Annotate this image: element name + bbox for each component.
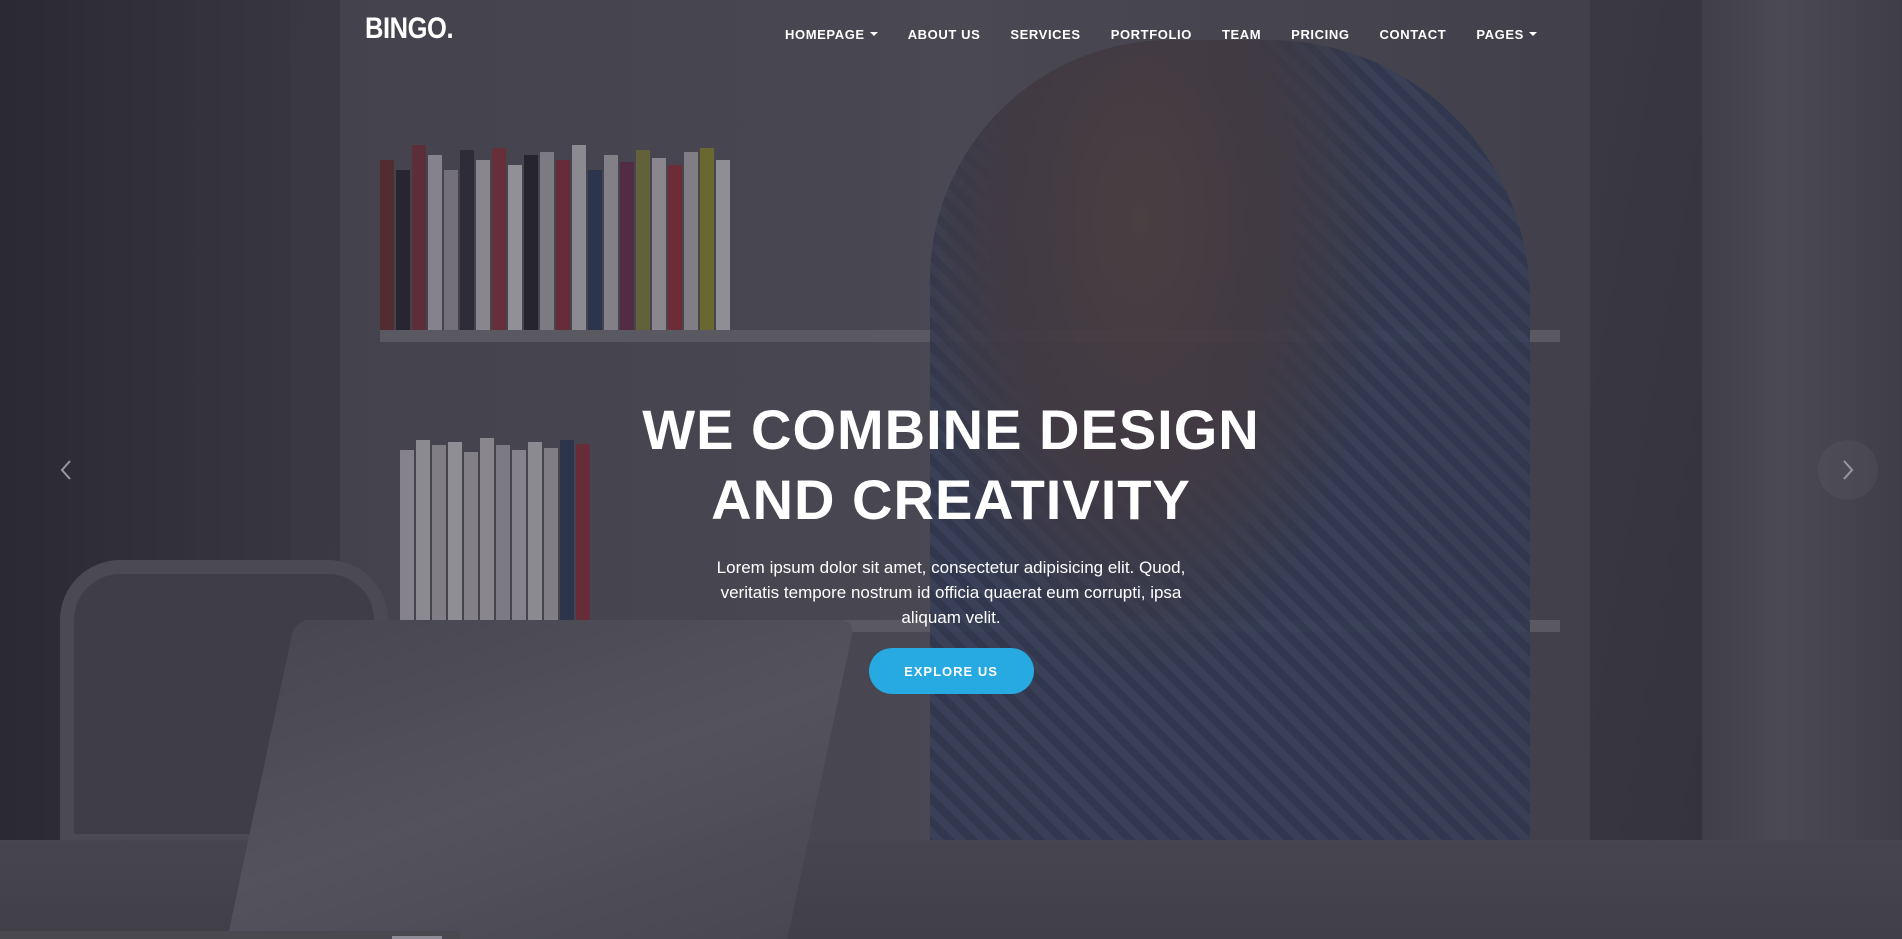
nav-item-label: CONTACT [1379, 26, 1447, 42]
nav-item-homepage[interactable]: HOMEPAGE [770, 0, 893, 68]
hero-description: Lorem ipsum dolor sit amet, consectetur … [716, 558, 1186, 627]
nav-item-about-us[interactable]: ABOUT US [893, 0, 996, 68]
nav-item-pricing[interactable]: PRICING [1276, 0, 1364, 68]
nav-item-pages[interactable]: PAGES [1461, 0, 1552, 68]
hero-content: WE COMBINE DESIGN AND CREATIVITY Lorem i… [0, 395, 1902, 694]
brand-logo[interactable]: BINGO. [365, 12, 454, 46]
nav-item-label: SERVICES [1010, 26, 1081, 42]
slider-progress-track [0, 931, 460, 939]
nav-menu: HOMEPAGE ABOUT US SERVICES PORTFOLIO TEA… [770, 0, 1552, 68]
hero-title-line-2: AND CREATIVITY [711, 468, 1191, 531]
nav-item-portfolio[interactable]: PORTFOLIO [1096, 0, 1207, 68]
nav-item-team[interactable]: TEAM [1207, 0, 1276, 68]
nav-item-label: PAGES [1476, 26, 1524, 42]
caret-down-icon [1528, 32, 1537, 36]
nav-item-label: HOMEPAGE [785, 26, 865, 42]
explore-us-button[interactable]: EXPLORE US [868, 648, 1034, 694]
nav-item-label: PRICING [1291, 26, 1350, 42]
nav-item-services[interactable]: SERVICES [995, 0, 1095, 68]
nav-item-contact[interactable]: CONTACT [1365, 0, 1462, 68]
nav-item-label: PORTFOLIO [1110, 26, 1192, 42]
hero-title: WE COMBINE DESIGN AND CREATIVITY [0, 395, 1902, 535]
top-navbar: BINGO. HOMEPAGE ABOUT US SERVICES PORTFO… [0, 0, 1902, 68]
caret-down-icon [869, 32, 878, 36]
nav-item-label: ABOUT US [907, 26, 981, 42]
hero-section: BINGO. HOMEPAGE ABOUT US SERVICES PORTFO… [0, 0, 1902, 939]
hero-title-line-1: WE COMBINE DESIGN [642, 398, 1260, 461]
nav-item-label: TEAM [1221, 26, 1262, 42]
